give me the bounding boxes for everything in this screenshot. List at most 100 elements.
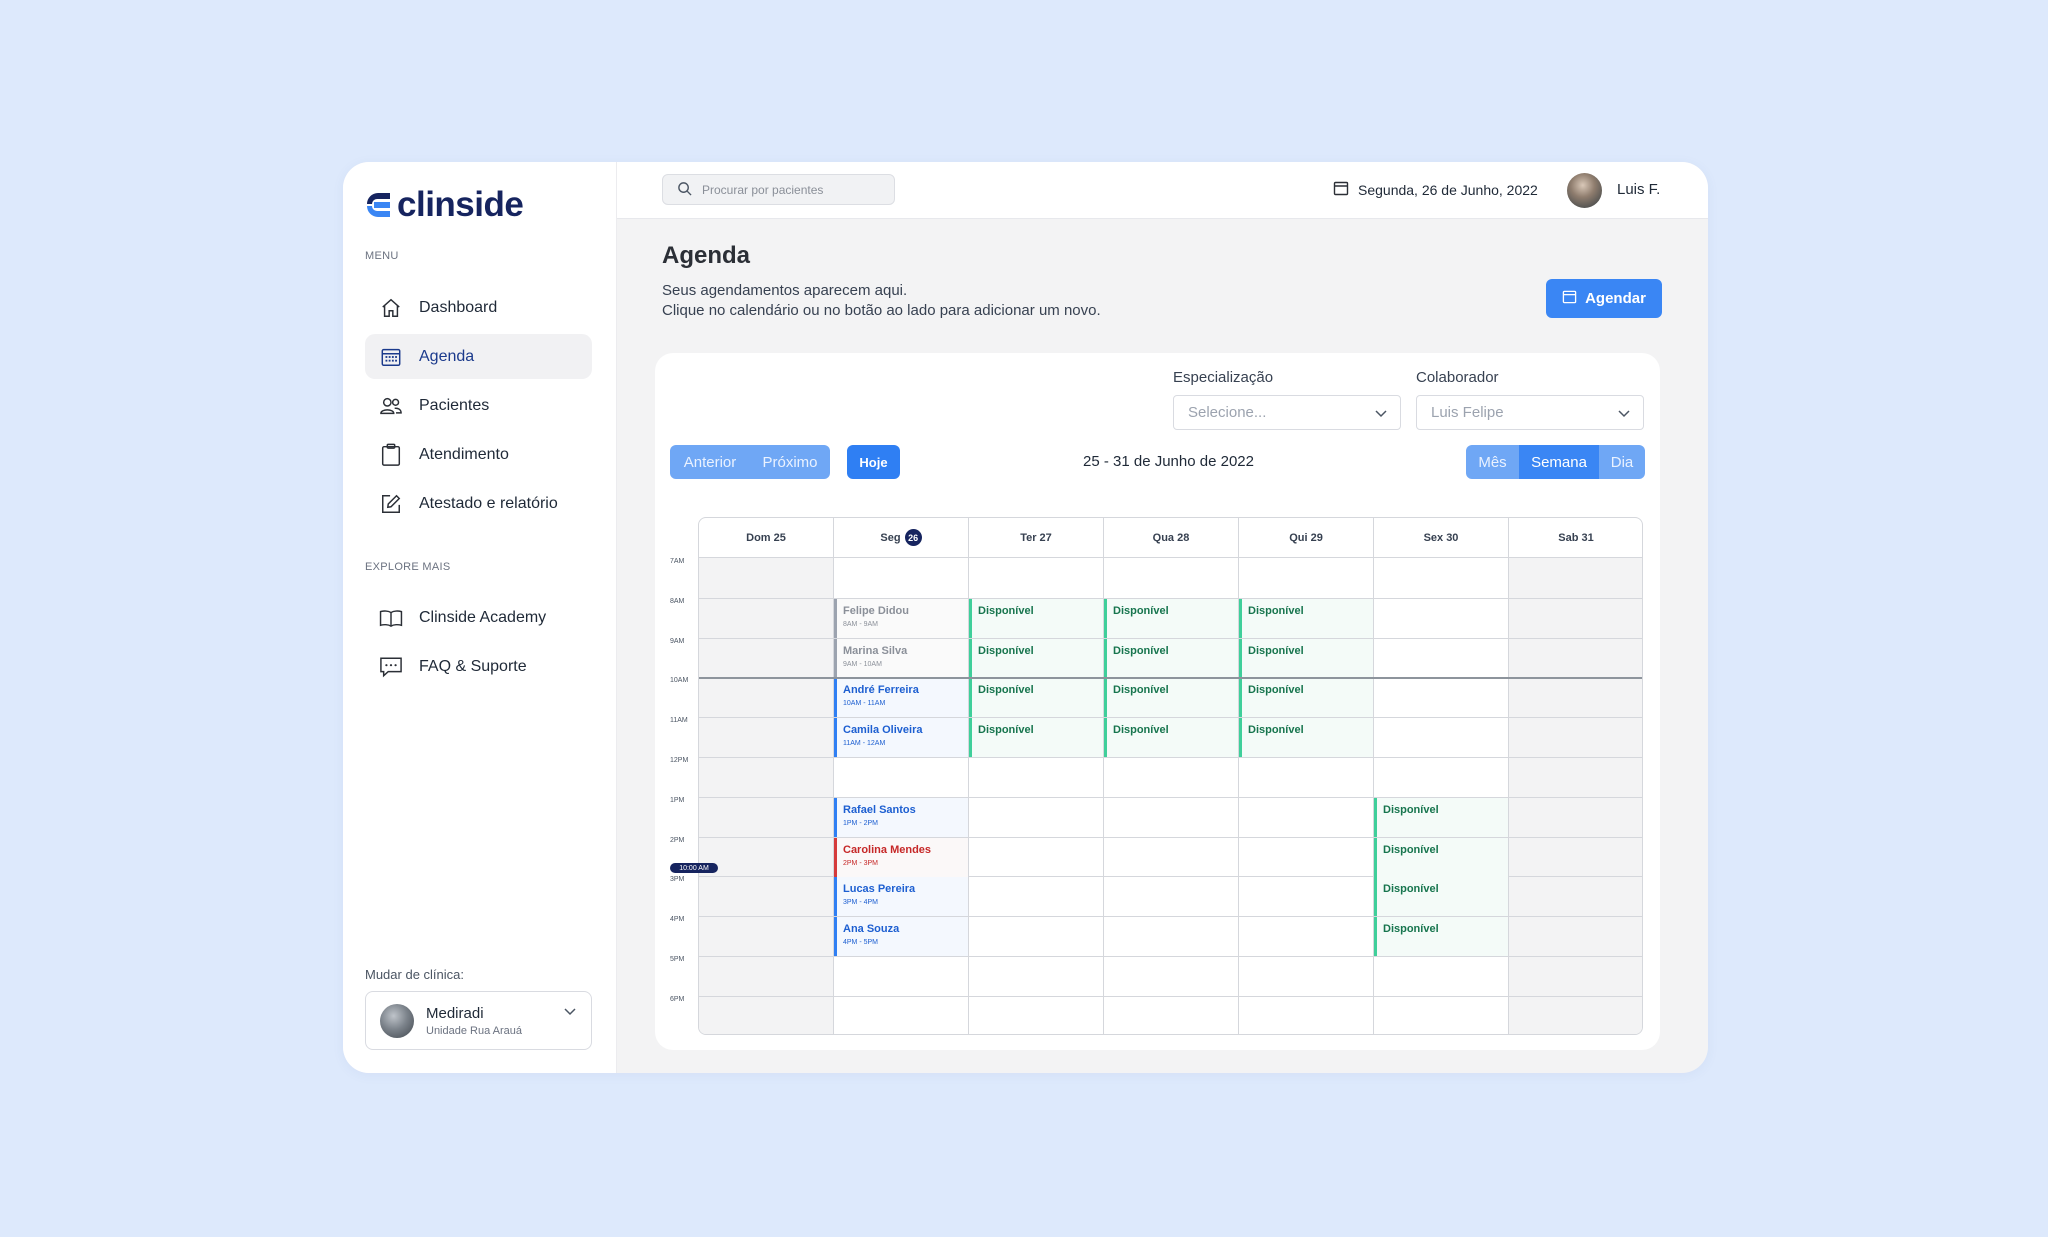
event-title: Disponível [1248, 605, 1304, 617]
available-slot[interactable]: Disponível [1104, 639, 1238, 678]
event-title: Disponível [978, 645, 1034, 657]
appointment-event[interactable]: Ana Souza 4PM - 5PM [834, 917, 968, 956]
event-title: Disponível [1113, 724, 1169, 736]
current-time-tag: 10:00 AM [670, 863, 718, 873]
view-day-button[interactable]: Dia [1599, 445, 1645, 479]
hour-label: 4PM [670, 916, 685, 923]
sidebar-item-pacientes[interactable]: Pacientes [365, 383, 592, 428]
available-slot[interactable]: Disponível [1374, 798, 1508, 837]
hour-label: 3PM [670, 876, 685, 883]
available-slot[interactable]: Disponível [969, 639, 1103, 678]
specialization-label: Especialização [1173, 369, 1274, 386]
clipboard-icon [379, 443, 403, 467]
available-slot[interactable]: Disponível [969, 678, 1103, 717]
user-avatar[interactable] [1567, 173, 1602, 208]
user-name[interactable]: Luis F. [1617, 181, 1660, 198]
available-slot[interactable]: Disponível [1239, 718, 1373, 757]
sidebar: clinside MENU Dashboard Agenda Pacientes [343, 162, 617, 1073]
event-time: 9AM - 10AM [843, 661, 882, 668]
event-title: Disponível [978, 605, 1034, 617]
next-button[interactable]: Próximo [750, 445, 830, 479]
appointment-event[interactable]: Lucas Pereira 3PM - 4PM [834, 877, 968, 916]
calendar-icon [1333, 180, 1349, 199]
event-title: Disponível [1113, 645, 1169, 657]
available-slot[interactable]: Disponível [969, 718, 1103, 757]
sidebar-item-faq[interactable]: FAQ & Suporte [365, 644, 592, 689]
sidebar-item-dashboard[interactable]: Dashboard [365, 285, 592, 330]
event-title: André Ferreira [843, 684, 919, 696]
available-slot[interactable]: Disponível [969, 599, 1103, 638]
current-date: Segunda, 26 de Junho, 2022 [1333, 180, 1538, 199]
event-time: 11AM - 12AM [843, 740, 886, 747]
day-header: Ter 27 [969, 518, 1104, 558]
appointment-event[interactable]: Felipe Didou 8AM - 9AM [834, 599, 968, 638]
search-placeholder: Procurar por pacientes [702, 182, 824, 197]
available-slot[interactable]: Disponível [1239, 599, 1373, 638]
page-title: Agenda [662, 242, 751, 269]
view-week-button[interactable]: Semana [1519, 445, 1599, 479]
day-header: Seg 26 [834, 518, 969, 558]
sidebar-item-label: Atendimento [419, 445, 509, 463]
sidebar-item-agenda[interactable]: Agenda [365, 334, 592, 379]
appointment-event[interactable]: Carolina Mendes 2PM - 3PM [834, 838, 968, 877]
page-subtitle: Seus agendamentos aparecem aqui. Clique … [662, 281, 1101, 321]
day-name: Seg [880, 531, 901, 544]
hour-gridline [699, 757, 1642, 758]
current-time-line [699, 677, 1642, 679]
available-slot[interactable]: Disponível [1374, 877, 1508, 916]
event-title: Camila Oliveira [843, 724, 923, 736]
event-title: Disponível [1383, 804, 1439, 816]
hour-gridline [699, 956, 1642, 957]
hour-label: 9AM [670, 638, 685, 645]
explore-section-title: EXPLORE MAIS [365, 561, 451, 573]
view-month-button[interactable]: Mês [1466, 445, 1519, 479]
appointment-event[interactable]: Rafael Santos 1PM - 2PM [834, 798, 968, 837]
available-slot[interactable]: Disponível [1239, 639, 1373, 678]
available-slot[interactable]: Disponível [1239, 678, 1373, 717]
event-time: 3PM - 4PM [843, 899, 879, 906]
event-time: 8AM - 9AM [843, 621, 879, 628]
collaborator-label: Colaborador [1416, 369, 1499, 386]
event-title: Disponível [1383, 883, 1439, 895]
event-title: Disponível [1248, 724, 1304, 736]
event-title: Ana Souza [843, 923, 900, 935]
collaborator-select[interactable]: Luis Felipe [1416, 395, 1644, 430]
event-title: Disponível [1248, 684, 1304, 696]
agendar-button[interactable]: Agendar [1546, 279, 1662, 318]
collaborator-value: Luis Felipe [1431, 404, 1504, 421]
users-icon [379, 394, 403, 418]
sidebar-item-academy[interactable]: Clinside Academy [365, 595, 592, 640]
clinic-name: Mediradi [426, 1004, 484, 1022]
appointment-event[interactable]: André Ferreira 10AM - 11AM [834, 678, 968, 717]
available-slot[interactable]: Disponível [1374, 917, 1508, 956]
today-button[interactable]: Hoje [847, 445, 900, 479]
logo[interactable]: clinside [365, 182, 524, 228]
hour-label: 5PM [670, 956, 685, 963]
event-title: Disponível [1248, 645, 1304, 657]
book-icon [379, 606, 403, 630]
event-title: Carolina Mendes [843, 844, 932, 856]
event-time: 2PM - 3PM [843, 860, 879, 867]
date-range: 25 - 31 de Junho de 2022 [1083, 453, 1254, 470]
available-slot[interactable]: Disponível [1374, 838, 1508, 877]
available-slot[interactable]: Disponível [1104, 678, 1238, 717]
sidebar-item-atestado[interactable]: Atestado e relatório [365, 481, 592, 526]
appointment-event[interactable]: Marina Silva 9AM - 10AM [834, 639, 968, 678]
hour-label: 12PM [670, 757, 689, 764]
prev-button[interactable]: Anterior [670, 445, 750, 479]
search-input[interactable]: Procurar por pacientes [662, 174, 895, 205]
clinic-switcher[interactable]: Mediradi Unidade Rua Arauá [365, 991, 592, 1050]
calendar-card: Especialização Selecione... Colaborador … [655, 353, 1660, 1050]
week-grid[interactable]: Dom 25 Seg 26 Ter 27 Qua 28 Qui 29 Sex 30 Sab 3… [698, 517, 1643, 1035]
available-slot[interactable]: Disponível [1104, 599, 1238, 638]
sidebar-item-label: FAQ & Suporte [419, 657, 527, 675]
available-slot[interactable]: Disponível [1104, 718, 1238, 757]
sidebar-item-atendimento[interactable]: Atendimento [365, 432, 592, 477]
sidebar-item-label: Clinside Academy [419, 608, 547, 626]
event-time: 4PM - 5PM [843, 939, 879, 946]
event-title: Disponível [978, 684, 1034, 696]
appointment-event[interactable]: Camila Oliveira 11AM - 12AM [834, 718, 968, 757]
specialization-select[interactable]: Selecione... [1173, 395, 1401, 430]
clinic-unit: Unidade Rua Arauá [426, 1024, 523, 1037]
menu-section-title: MENU [365, 250, 399, 262]
